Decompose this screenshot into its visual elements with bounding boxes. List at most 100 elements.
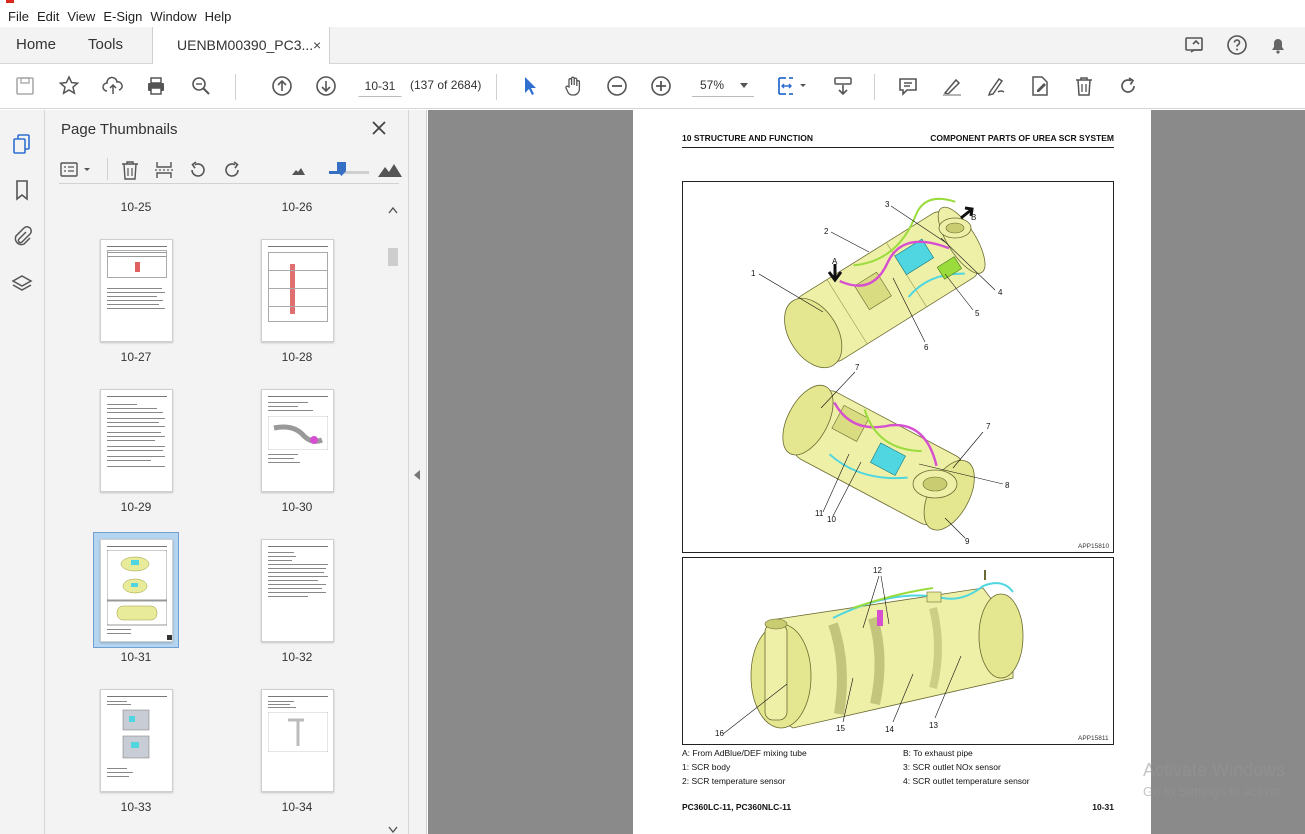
menu-file[interactable]: File: [8, 9, 29, 24]
hand-tool-icon[interactable]: [561, 74, 585, 98]
rotate-counterclockwise-icon[interactable]: [187, 159, 209, 181]
tab-document[interactable]: UENBM00390_PC3... ×: [152, 27, 330, 64]
callout-label: 10: [827, 515, 836, 524]
scroll-up-icon[interactable]: [388, 206, 398, 214]
menu-edit[interactable]: Edit: [37, 9, 59, 24]
thumbnails-scrollbar[interactable]: [385, 200, 401, 834]
callout-label: 12: [873, 566, 882, 575]
page-thumbnails-icon[interactable]: [10, 132, 34, 156]
callout-label: 1: [751, 269, 756, 278]
callout-label: B: [971, 213, 976, 222]
menu-view[interactable]: View: [67, 9, 95, 24]
page-number-input[interactable]: 10-31: [358, 75, 402, 97]
save-icon[interactable]: [13, 74, 37, 98]
zoom-out-icon[interactable]: [605, 74, 629, 98]
help-icon[interactable]: [1225, 33, 1249, 57]
activation-watermark-title: Activate Windows: [1143, 760, 1286, 780]
panel-collapse-divider[interactable]: [409, 110, 427, 834]
menu-window[interactable]: Window: [150, 9, 196, 24]
caption-2: 2: SCR temperature sensor: [682, 776, 786, 786]
callout-label: 4: [998, 288, 1003, 297]
callout-label: 3: [885, 200, 890, 209]
fit-page-icon[interactable]: [776, 74, 810, 98]
notifications-bell-icon[interactable]: [1266, 33, 1290, 57]
thumbnail-label: 10-26: [281, 200, 313, 214]
callout-label: 7: [986, 422, 991, 431]
rotate-clockwise-icon[interactable]: [221, 159, 243, 181]
scrollbar-thumb[interactable]: [388, 248, 398, 266]
highlight-pen-icon[interactable]: [940, 74, 964, 98]
split-page-icon[interactable]: [153, 159, 175, 181]
bookmarks-icon[interactable]: [10, 178, 34, 202]
toolbar-separator: [496, 74, 497, 100]
small-thumbnails-mountain-icon[interactable]: [287, 159, 309, 181]
large-thumbnails-mountain-icon[interactable]: [377, 159, 403, 181]
rotate-clockwise-icon[interactable]: [1116, 74, 1140, 98]
app-logo: [6, 0, 14, 3]
thumbnail-toolbar: [59, 156, 402, 184]
thumbnail-page-10-27[interactable]: [100, 239, 173, 342]
close-tab-icon[interactable]: ×: [313, 27, 321, 63]
thumbnail-page-10-31[interactable]: [100, 539, 173, 642]
tab-tools[interactable]: Tools: [88, 27, 123, 63]
page-header-left: 10 STRUCTURE AND FUNCTION: [682, 133, 813, 143]
figure-scr-assembly: 1 2 3 4 5 6 7 7 8 9 10 11 A B APP15810: [682, 181, 1114, 553]
thumbnail-label: 10-28: [281, 350, 313, 364]
thumbnail-page-10-30[interactable]: [261, 389, 334, 492]
thumbnail-label: 10-32: [281, 650, 313, 664]
next-page-icon[interactable]: [314, 74, 338, 98]
scroll-down-icon[interactable]: [388, 826, 398, 834]
scroll-mode-icon[interactable]: [831, 74, 855, 98]
thumbnail-page-10-32[interactable]: [261, 539, 334, 642]
collapse-arrow-icon[interactable]: [414, 470, 420, 480]
layers-icon[interactable]: [10, 272, 34, 296]
thumbnail-page-10-29[interactable]: [100, 389, 173, 492]
toolbar-separator: [107, 158, 108, 180]
thumbnail-label: 10-30: [281, 500, 313, 514]
thumbnail-label: 10-27: [120, 350, 152, 364]
page-header-right: COMPONENT PARTS OF UREA SCR SYSTEM: [930, 133, 1114, 143]
attachments-paperclip-icon[interactable]: [10, 224, 34, 248]
menu-esign[interactable]: E-Sign: [103, 9, 142, 24]
delete-trash-icon[interactable]: [1072, 74, 1096, 98]
zoom-in-icon[interactable]: [649, 74, 673, 98]
thumbnail-label: 10-29: [120, 500, 152, 514]
page-footer-right: 10-31: [1092, 802, 1114, 812]
scr-assembly-illustration: 1 2 3 4 5 6 7 7 8 9 10 11 A B: [751, 197, 1010, 546]
thumbnail-marker: [167, 635, 172, 640]
tab-home[interactable]: Home: [16, 27, 56, 63]
close-panel-icon[interactable]: [371, 120, 387, 136]
callout-label: 2: [824, 227, 829, 236]
thumbnail-page-10-34[interactable]: [261, 689, 334, 792]
caption-4: 4: SCR outlet temperature sensor: [903, 776, 1030, 786]
callout-label: 13: [929, 721, 938, 730]
draw-pen-icon[interactable]: [984, 74, 1008, 98]
callout-label: A: [832, 257, 838, 266]
zoom-search-icon[interactable]: [189, 74, 213, 98]
print-icon[interactable]: [144, 74, 168, 98]
previous-page-icon[interactable]: [270, 74, 294, 98]
document-viewport[interactable]: 10 STRUCTURE AND FUNCTION COMPONENT PART…: [428, 110, 1305, 834]
upload-cloud-icon[interactable]: [101, 74, 125, 98]
edit-text-icon[interactable]: [1028, 74, 1052, 98]
page-footer-left: PC360LC-11, PC360NLC-11: [682, 802, 792, 812]
acrobat-window: File Edit View E-Sign Window Help Home T…: [0, 0, 1305, 834]
thumbnails-list: 10-25 10-26 10-27 10-28 10-29 10-30 10-3…: [45, 196, 385, 834]
select-cursor-icon[interactable]: [518, 74, 542, 98]
page-thumbnails-panel: Page Thumbnails 10-25 10-26 10-27 10-28 …: [45, 110, 409, 834]
thumbnail-page-10-28[interactable]: [261, 239, 334, 342]
caption-1: 1: SCR body: [682, 762, 731, 772]
menu-help[interactable]: Help: [205, 9, 232, 24]
share-icon[interactable]: [1183, 33, 1207, 57]
thumbnail-options-icon[interactable]: [59, 159, 95, 181]
caption-b: B: To exhaust pipe: [903, 748, 973, 758]
thumbnail-page-10-33[interactable]: [100, 689, 173, 792]
thumbnail-figure: [268, 712, 328, 752]
zoom-level-select[interactable]: 57%: [692, 75, 754, 97]
callout-label: 9: [965, 537, 970, 546]
bookmark-star-icon[interactable]: [57, 74, 81, 98]
delete-page-icon[interactable]: [119, 159, 141, 181]
callout-label: 5: [975, 309, 980, 318]
panel-title: Page Thumbnails: [61, 121, 178, 138]
comment-icon[interactable]: [896, 74, 920, 98]
